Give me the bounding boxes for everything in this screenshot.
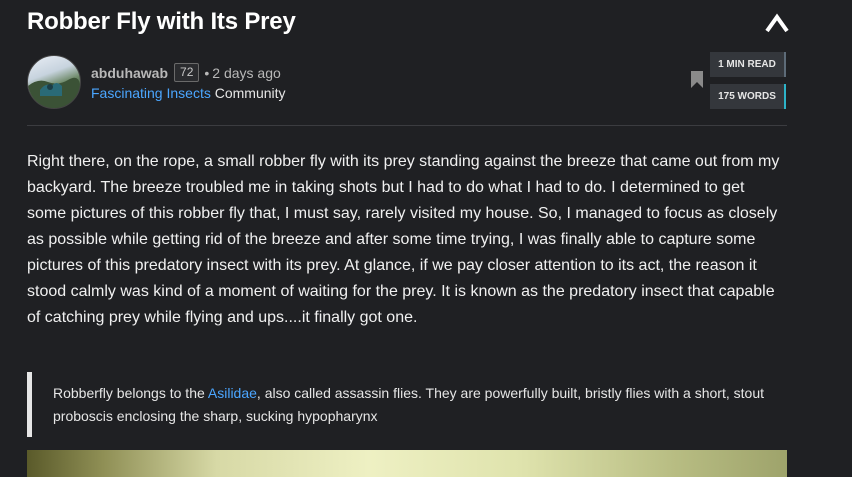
author-meta: abduhawab 72 • 2 days ago [91, 63, 281, 82]
meta-separator: • [204, 64, 210, 81]
header-divider [27, 125, 787, 126]
author-avatar[interactable] [27, 55, 81, 109]
avatar-image [28, 77, 80, 108]
blockquote: Robberfly belongs to the Asilidae, also … [27, 372, 787, 437]
post-body: Right there, on the rope, a small robber… [27, 153, 780, 326]
community-info: Fascinating Insects Community [91, 85, 286, 101]
quote-prefix: Robberfly belongs to the [53, 385, 208, 401]
read-time-badge: 1 MIN READ [710, 52, 786, 77]
post-title: Robber Fly with Its Prey [27, 8, 296, 35]
reputation-badge: 72 [174, 63, 200, 82]
chevron-up-icon [765, 13, 789, 33]
bookmark-button[interactable] [691, 71, 703, 88]
word-count-badge: 175 WORDS [710, 84, 786, 109]
asilidae-link[interactable]: Asilidae [208, 385, 257, 401]
community-link[interactable]: Fascinating Insects [91, 85, 211, 101]
collapse-button[interactable] [764, 12, 790, 34]
bookmark-icon [691, 71, 703, 88]
author-name[interactable]: abduhawab [91, 65, 168, 81]
post-time: 2 days ago [212, 64, 281, 81]
community-label: Community [214, 85, 286, 101]
post-image[interactable] [27, 450, 787, 477]
